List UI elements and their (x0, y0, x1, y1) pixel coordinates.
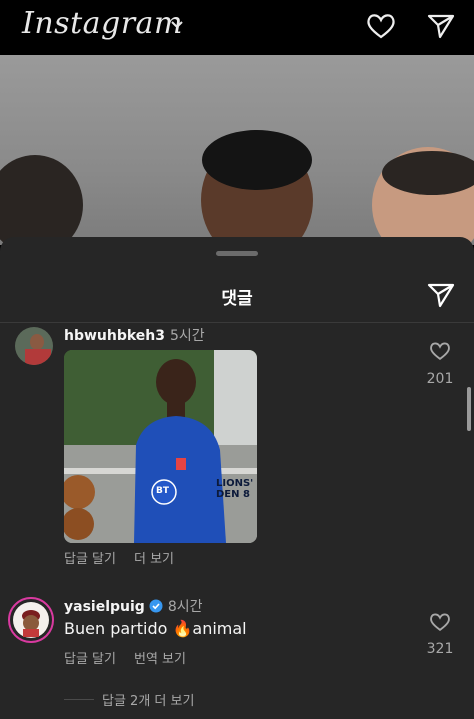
instagram-logo[interactable]: Instagram (22, 6, 183, 41)
heart-icon[interactable] (429, 612, 451, 632)
view-replies-button[interactable]: 답글 2개 더 보기 (102, 690, 194, 709)
comment-username[interactable]: yasielpuig 8시간 (64, 596, 202, 616)
translate-button[interactable]: 번역 보기 (134, 652, 186, 667)
comment-image[interactable]: LIONS' DEN 8 BT (64, 350, 257, 543)
sheet-drag-handle[interactable] (216, 251, 258, 256)
jersey-text: BT (156, 486, 169, 496)
send-icon[interactable] (426, 281, 456, 309)
reply-button[interactable]: 답글 달기 (64, 552, 116, 567)
post-photo-background (0, 55, 474, 245)
top-bar: Instagram (0, 0, 474, 55)
username-text[interactable]: hbwuhbkeh3 (64, 328, 165, 344)
avatar[interactable] (15, 327, 53, 365)
more-button[interactable]: 더 보기 (134, 552, 174, 567)
divider (64, 699, 94, 700)
sheet-title: 댓글 (221, 289, 253, 309)
avatar[interactable] (8, 597, 54, 643)
chevron-down-icon[interactable] (170, 18, 184, 32)
image-caption: LIONS' DEN 8 (216, 478, 254, 500)
comment-actions: 답글 달기 번역 보기 (64, 648, 204, 667)
comment-actions: 답글 달기 더 보기 (64, 548, 192, 567)
reply-button[interactable]: 답글 달기 (64, 652, 116, 667)
comment-text: Buen partido 🔥animal (64, 619, 247, 638)
comment-time: 5시간 (170, 328, 205, 344)
comment-username[interactable]: hbwuhbkeh3 5시간 (64, 325, 205, 345)
like-count: 201 (426, 371, 454, 387)
comments-sheet: 댓글 hbwuhbkeh3 5시간 LIONS' DEN 8 BT 답글 달기 … (0, 237, 474, 719)
heart-icon[interactable] (429, 341, 451, 361)
divider (0, 322, 474, 323)
heart-icon[interactable] (366, 12, 396, 40)
send-icon[interactable] (426, 12, 456, 40)
comment-time: 8시간 (167, 599, 203, 615)
verified-badge-icon (149, 599, 163, 613)
scrollbar[interactable] (467, 387, 471, 431)
username-text[interactable]: yasielpuig (64, 599, 145, 615)
like-count: 321 (426, 641, 454, 657)
